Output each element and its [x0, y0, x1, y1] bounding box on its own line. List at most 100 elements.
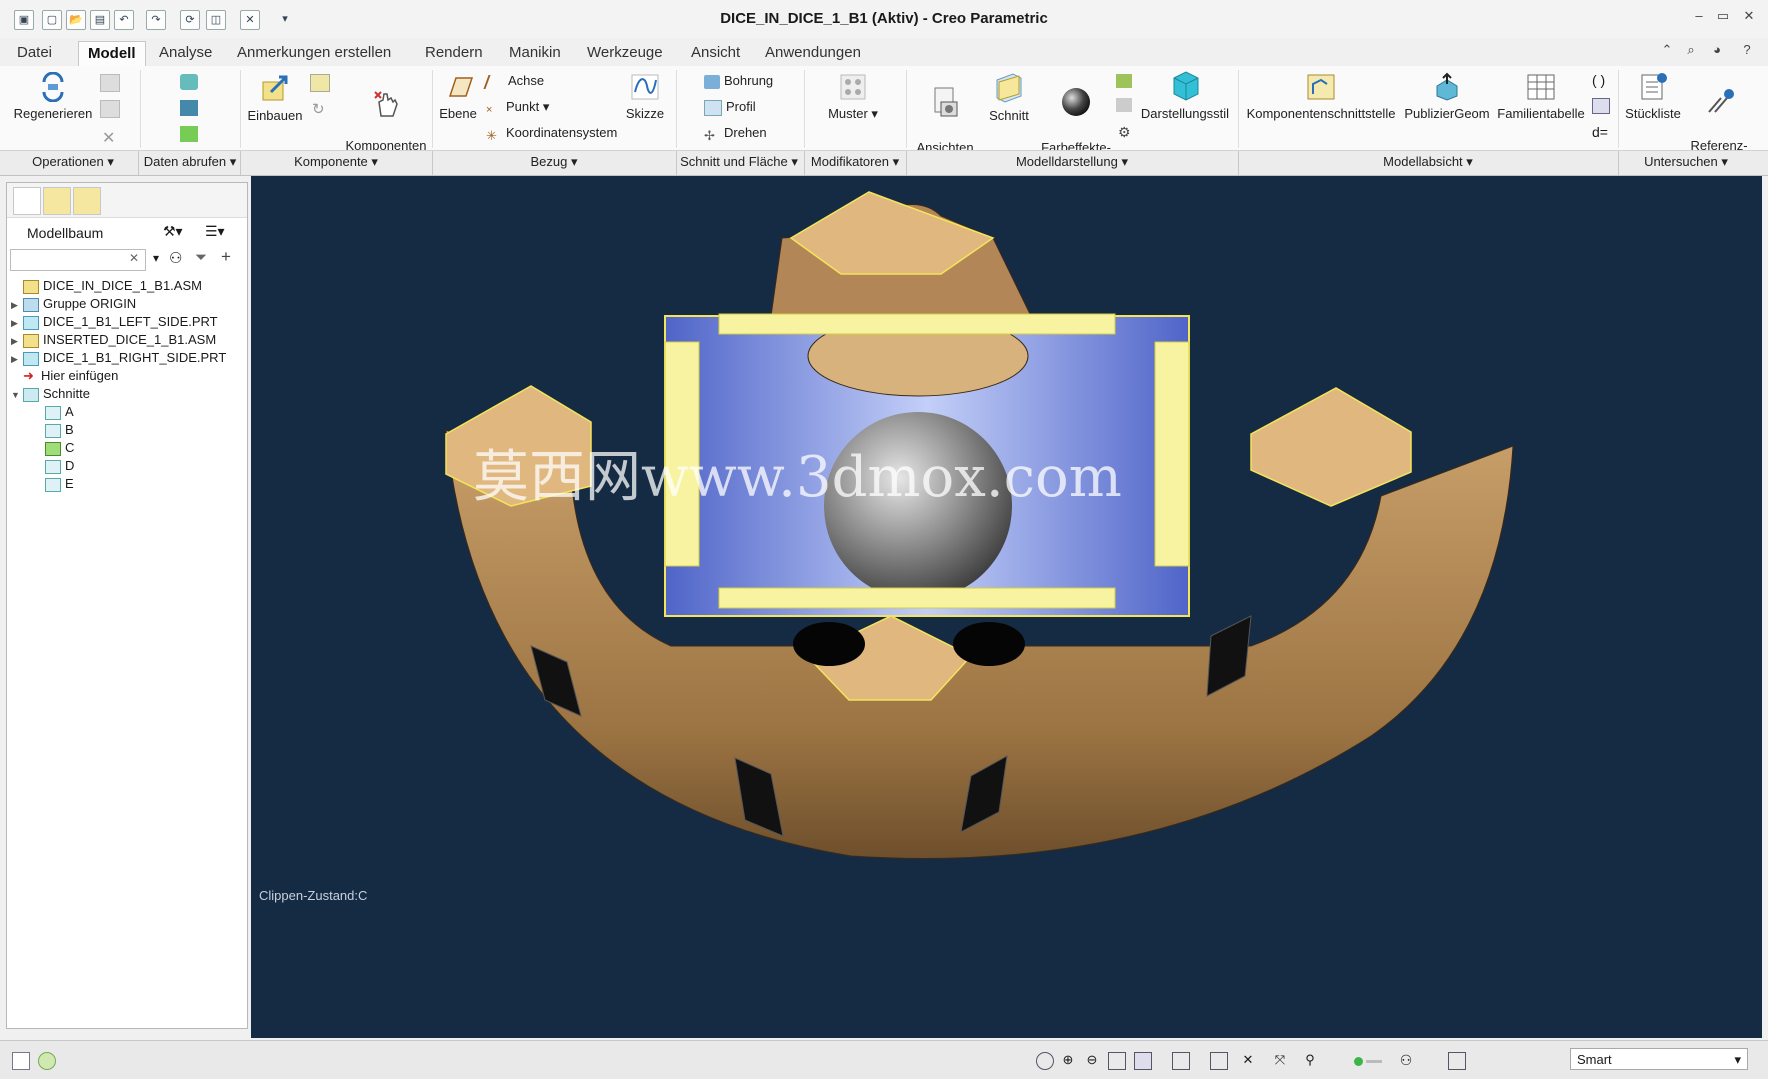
copy-geom-icon[interactable] [180, 126, 198, 142]
copy-icon[interactable] [100, 74, 120, 92]
tab-anmerkungen[interactable]: Anmerkungen erstellen [228, 41, 400, 65]
show-navigator-icon[interactable] [12, 1052, 30, 1070]
display-icon-2[interactable] [1116, 98, 1132, 112]
group-modifikatoren[interactable]: Modifikatoren ▾ [804, 154, 906, 170]
tree-item-root-asm[interactable]: DICE_IN_DICE_1_B1.ASM [11, 277, 202, 295]
shrinkwrap-icon[interactable] [180, 74, 198, 90]
filter-icon[interactable]: ⏷ [195, 249, 207, 266]
display-icon-1[interactable] [1116, 74, 1132, 88]
regenerieren-button[interactable]: Regenerieren [12, 72, 94, 122]
expand-icon[interactable]: ▶ [11, 314, 23, 332]
tree-item-section-a[interactable]: A [45, 403, 74, 421]
spin-center-icon[interactable]: ⚲ [1302, 1052, 1318, 1068]
achse-button[interactable]: Achse [483, 72, 544, 90]
schnitt-button[interactable]: Schnitt [982, 70, 1036, 124]
punkt-button[interactable]: × Punkt ▾ [486, 98, 549, 116]
repeat-icon[interactable]: ↻ [312, 100, 325, 118]
datum-display-icon[interactable]: ✕ [1240, 1052, 1256, 1068]
darstellungsstil-button[interactable]: Darstellungsstil [1138, 68, 1232, 122]
muster-button[interactable]: Muster ▾ [822, 72, 884, 122]
community-icon[interactable]: ◕ [1706, 42, 1728, 62]
delete-icon[interactable]: ✕ [102, 128, 115, 148]
group-modelldarstellung[interactable]: Modelldarstellung ▾ [906, 154, 1238, 170]
collapse-ribbon-icon[interactable]: ⌃ [1656, 42, 1678, 62]
selection-filter-select[interactable]: Smart ▾ [1570, 1048, 1748, 1070]
folder-browser-tab-icon[interactable] [43, 187, 71, 215]
minimize-icon[interactable]: – [1688, 8, 1710, 28]
saved-orientations-icon[interactable] [1172, 1052, 1190, 1070]
tab-werkzeuge[interactable]: Werkzeuge [578, 41, 672, 65]
tab-datei[interactable]: Datei [8, 41, 61, 65]
group-untersuchen[interactable]: Untersuchen ▾ [1618, 154, 1754, 170]
drehen-button[interactable]: ✢ Drehen [704, 124, 767, 143]
tree-item-schnitte[interactable]: ▼ Schnitte [11, 385, 90, 403]
tree-item-section-c[interactable]: C [45, 439, 74, 457]
tree-search-input[interactable] [10, 249, 146, 271]
parameters-icon[interactable] [1592, 98, 1610, 114]
graphics-viewport[interactable]: 莫西网www.3dmox.com Clippen-Zustand:C [251, 176, 1762, 1038]
model-tree-tab-icon[interactable] [13, 187, 41, 215]
clear-search-icon[interactable]: ✕ [129, 251, 139, 265]
skizze-button[interactable]: Skizze [618, 72, 672, 122]
tree-item-gruppe-origin[interactable]: ▶ Gruppe ORIGIN [11, 295, 136, 313]
tree-item-left-side-prt[interactable]: ▶ DICE_1_B1_LEFT_SIDE.PRT [11, 313, 218, 331]
tab-rendern[interactable]: Rendern [416, 41, 492, 65]
add-column-icon[interactable]: + [221, 247, 231, 267]
help-icon[interactable]: ? [1736, 42, 1758, 62]
perspective-icon[interactable]: ⚙ [1118, 124, 1131, 141]
show-options-icon[interactable]: ☰▾ [205, 223, 225, 240]
create-component-icon[interactable] [310, 74, 330, 92]
search-icon[interactable]: ⌕ [1680, 42, 1702, 62]
tab-anwendungen[interactable]: Anwendungen [756, 41, 870, 65]
maximize-icon[interactable]: ▭ [1712, 8, 1734, 28]
search-dropdown-icon[interactable]: ▾ [153, 251, 159, 265]
tree-item-right-side-prt[interactable]: ▶ DICE_1_B1_RIGHT_SIDE.PRT [11, 349, 226, 367]
group-schnitt-und-flaeche[interactable]: Schnitt und Fläche ▾ [676, 154, 802, 170]
group-daten-abrufen[interactable]: Daten abrufen ▾ [140, 154, 240, 170]
refit-icon[interactable] [1036, 1052, 1054, 1070]
familientabelle-button[interactable]: Familientabelle [1494, 72, 1588, 122]
group-bezug[interactable]: Bezug ▾ [432, 154, 676, 170]
annotation-display-icon[interactable]: ⤧ [1272, 1052, 1288, 1068]
bohrung-button[interactable]: Bohrung [704, 72, 773, 90]
tree-item-section-e[interactable]: E [45, 475, 74, 493]
einbauen-button[interactable]: Einbauen [244, 72, 306, 124]
tree-item-inserted-asm[interactable]: ▶ INSERTED_DICE_1_B1.ASM [11, 331, 216, 349]
find-icon[interactable]: ⚇ [1398, 1052, 1414, 1068]
collapse-icon[interactable]: ▼ [11, 386, 23, 404]
group-operationen[interactable]: Operationen ▾ [10, 154, 136, 170]
show-browser-icon[interactable] [38, 1052, 56, 1070]
tab-manikin[interactable]: Manikin [500, 41, 570, 65]
expand-icon[interactable]: ▶ [11, 296, 23, 314]
tab-ansicht[interactable]: Ansicht [682, 41, 749, 65]
koordinatensystem-button[interactable]: ✳ Koordinatensystem [486, 124, 617, 143]
tree-settings-icon[interactable]: ⚒▾ [163, 223, 183, 240]
view-manager-status-icon[interactable] [1210, 1052, 1228, 1070]
switch-dimensions-icon[interactable]: d= [1592, 124, 1608, 140]
tree-item-hier-einfuegen[interactable]: ➜ Hier einfügen [11, 367, 118, 385]
expand-icon[interactable]: ▶ [11, 332, 23, 350]
group-komponente[interactable]: Komponente ▾ [240, 154, 432, 170]
tab-modell[interactable]: Modell [78, 41, 146, 66]
display-style-status-icon[interactable] [1134, 1052, 1152, 1070]
profil-button[interactable]: Profil [704, 98, 756, 116]
expand-icon[interactable]: ▶ [11, 350, 23, 368]
zoom-out-icon[interactable]: ⊖ [1084, 1052, 1100, 1068]
repaint-icon[interactable] [1108, 1052, 1126, 1070]
close-icon[interactable]: ✕ [1738, 8, 1760, 28]
komponentenschnittstelle-button[interactable]: Komponentenschnittstelle [1242, 72, 1400, 122]
tree-item-section-d[interactable]: D [45, 457, 74, 475]
favorites-tab-icon[interactable] [73, 187, 101, 215]
find-binoculars-icon[interactable]: ⚇ [169, 249, 182, 267]
stueckliste-button[interactable]: Stückliste [1620, 72, 1686, 122]
ebene-button[interactable]: Ebene [436, 72, 480, 122]
publiziergeom-button[interactable]: PublizierGeom [1400, 72, 1494, 122]
group-modellabsicht[interactable]: Modellabsicht ▾ [1238, 154, 1618, 170]
paste-icon[interactable] [100, 100, 120, 118]
tab-analyse[interactable]: Analyse [150, 41, 221, 65]
relations-icon[interactable]: ( ) [1592, 72, 1605, 88]
tree-item-section-b[interactable]: B [45, 421, 74, 439]
zoom-in-icon[interactable]: ⊕ [1060, 1052, 1076, 1068]
selection-buffer-icon[interactable] [1448, 1052, 1466, 1070]
merge-icon[interactable] [180, 100, 198, 116]
